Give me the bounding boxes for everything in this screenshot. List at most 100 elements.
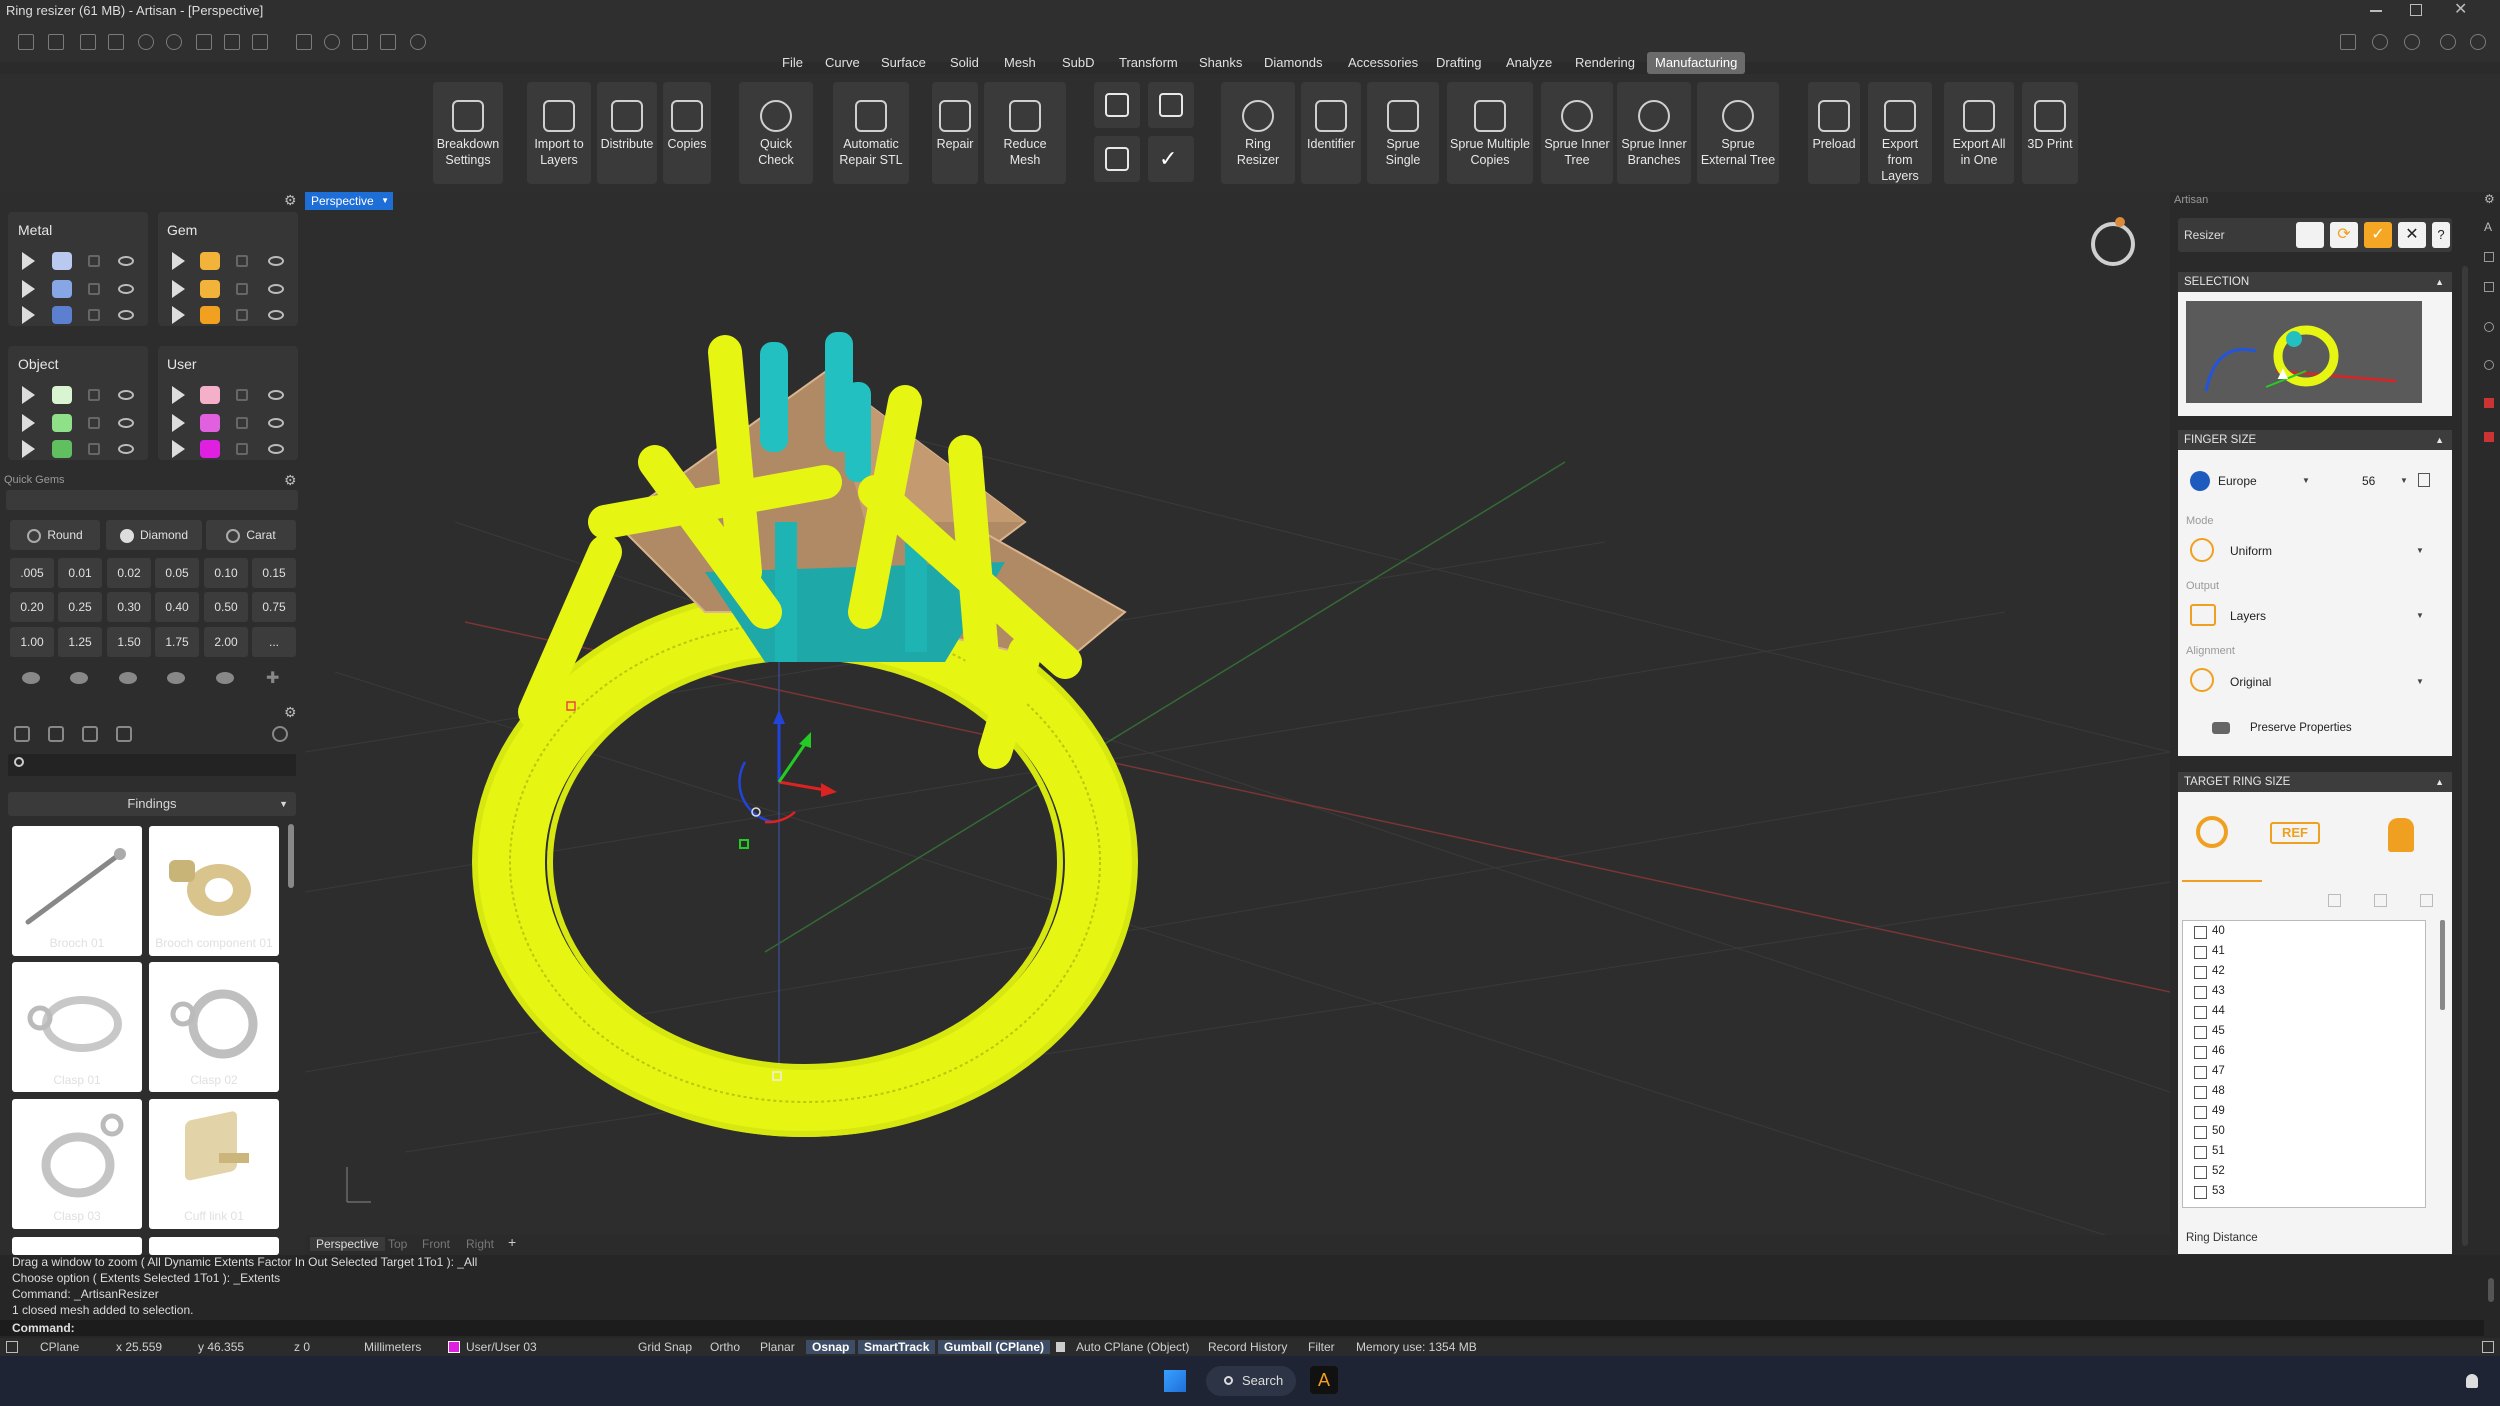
finger-size-section-header[interactable]: FINGER SIZE ▲ bbox=[2178, 430, 2452, 450]
play-icon[interactable] bbox=[22, 414, 35, 432]
current-layer[interactable]: User/User 03 bbox=[466, 1340, 537, 1354]
play-icon[interactable] bbox=[22, 252, 35, 270]
windows-start-icon[interactable] bbox=[1164, 1370, 1186, 1392]
size-checkbox[interactable] bbox=[2194, 986, 2207, 999]
artisan-icon[interactable]: A bbox=[2484, 220, 2492, 234]
save-all-icon[interactable] bbox=[252, 34, 268, 50]
cut-cushion-icon[interactable] bbox=[119, 672, 137, 684]
menu-diamonds[interactable]: Diamonds bbox=[1256, 52, 1331, 74]
refresh-icon[interactable] bbox=[272, 726, 288, 742]
pen-tab-icon[interactable] bbox=[2484, 398, 2494, 408]
carat-unit-button[interactable]: Carat bbox=[206, 520, 296, 550]
panel-gear-icon[interactable]: ⚙ bbox=[2484, 192, 2495, 206]
output-select[interactable]: Layers bbox=[2230, 609, 2266, 623]
sprue-inner-branches-button[interactable]: Sprue Inner Branches bbox=[1617, 82, 1691, 184]
gear-icon[interactable] bbox=[410, 34, 426, 50]
eye-icon[interactable] bbox=[118, 256, 134, 266]
panel-toggle-right-icon[interactable] bbox=[2482, 1341, 2494, 1353]
mesh-tool-2-button[interactable] bbox=[1148, 82, 1194, 128]
taskbar-search-button[interactable]: Search bbox=[1206, 1366, 1296, 1396]
lock-icon[interactable] bbox=[88, 309, 100, 321]
help-icon[interactable]: ? bbox=[2432, 222, 2450, 248]
play-icon[interactable] bbox=[172, 252, 185, 270]
close-icon[interactable]: ✕ bbox=[2398, 222, 2426, 248]
size-checkbox[interactable] bbox=[2194, 1186, 2207, 1199]
undo-icon[interactable] bbox=[138, 34, 154, 50]
ruler-tab-icon[interactable] bbox=[2484, 432, 2494, 442]
grid-snap-toggle[interactable]: Grid Snap bbox=[638, 1340, 692, 1354]
lock-icon[interactable] bbox=[236, 255, 248, 267]
carat-value[interactable]: 1.25 bbox=[58, 627, 102, 657]
cplane-label[interactable]: CPlane bbox=[40, 1340, 79, 1354]
play-icon[interactable] bbox=[172, 440, 185, 458]
play-icon[interactable] bbox=[22, 440, 35, 458]
menu-rendering[interactable]: Rendering bbox=[1567, 52, 1643, 74]
menu-manufacturing[interactable]: Manufacturing bbox=[1647, 52, 1746, 74]
finger-size-value[interactable]: 56 bbox=[2362, 474, 2375, 488]
mesh-tool-3-button[interactable] bbox=[1094, 136, 1140, 182]
menu-curve[interactable]: Curve bbox=[817, 52, 868, 74]
menu-file[interactable]: File bbox=[774, 52, 811, 74]
carat-value[interactable]: 0.50 bbox=[204, 592, 248, 622]
right-panel-scrollbar[interactable] bbox=[2462, 266, 2468, 1246]
command-scrollbar[interactable] bbox=[2488, 1278, 2494, 1302]
menu-mesh[interactable]: Mesh bbox=[996, 52, 1044, 74]
user-color-2[interactable] bbox=[200, 414, 220, 432]
size-checkbox[interactable] bbox=[2194, 1006, 2207, 1019]
carat-value[interactable]: 0.02 bbox=[107, 558, 151, 588]
ortho-toggle[interactable]: Ortho bbox=[710, 1340, 740, 1354]
target-ring-size-section-header[interactable]: TARGET RING SIZE ▲ bbox=[2178, 772, 2452, 792]
size-checkbox[interactable] bbox=[2194, 1106, 2207, 1119]
menu-surface[interactable]: Surface bbox=[873, 52, 934, 74]
auto-cplane-toggle[interactable]: Auto CPlane (Object) bbox=[1076, 1340, 1189, 1354]
library-settings-icon[interactable]: ⚙ bbox=[284, 704, 297, 721]
size-checkbox[interactable] bbox=[2194, 1026, 2207, 1039]
close-icon[interactable]: ✕ bbox=[2454, 2, 2467, 18]
properties-tab-icon[interactable] bbox=[2484, 282, 2494, 292]
export-all-in-one-button[interactable]: Export All in One bbox=[1944, 82, 2014, 184]
play-icon[interactable] bbox=[172, 306, 185, 324]
artisan-app-icon[interactable]: A bbox=[1310, 1366, 1338, 1394]
metal-color-3[interactable] bbox=[52, 306, 72, 324]
export-from-layers-button[interactable]: Export from Layers bbox=[1868, 82, 1932, 184]
cut-cross-icon[interactable]: ✚ bbox=[266, 668, 279, 688]
open-icon[interactable] bbox=[80, 34, 96, 50]
menu-drafting[interactable]: Drafting bbox=[1428, 52, 1490, 74]
select-all-icon[interactable] bbox=[2374, 894, 2387, 907]
help-icon[interactable] bbox=[2440, 34, 2456, 50]
import-to-layers-button[interactable]: Import to Layers bbox=[527, 82, 591, 184]
size-list-scrollbar[interactable] bbox=[2440, 920, 2445, 1010]
redo-icon[interactable] bbox=[166, 34, 182, 50]
menu-analyze[interactable]: Analyze bbox=[1498, 52, 1560, 74]
open-folder-icon[interactable] bbox=[108, 34, 124, 50]
carat-value[interactable]: 0.40 bbox=[155, 592, 199, 622]
lock-icon[interactable] bbox=[88, 417, 100, 429]
grid-icon[interactable] bbox=[116, 726, 132, 742]
lock-icon[interactable] bbox=[236, 443, 248, 455]
lock-icon[interactable] bbox=[236, 309, 248, 321]
carat-value[interactable]: 0.75 bbox=[252, 592, 296, 622]
play-icon[interactable] bbox=[22, 280, 35, 298]
carat-value[interactable]: ... bbox=[252, 627, 296, 657]
library-category-select[interactable]: Findings ▼ bbox=[8, 792, 296, 816]
eye-icon[interactable] bbox=[268, 284, 284, 294]
library-search-input[interactable] bbox=[8, 754, 296, 776]
eye-icon[interactable] bbox=[268, 444, 284, 454]
sprue-single-button[interactable]: Sprue Single bbox=[1367, 82, 1439, 184]
library-item-thumb[interactable] bbox=[149, 1237, 279, 1255]
tab-right[interactable]: Right bbox=[466, 1237, 494, 1251]
viewport[interactable] bbox=[305, 192, 2170, 1235]
preserve-toggle[interactable] bbox=[2212, 722, 2230, 734]
new-template-icon[interactable] bbox=[48, 34, 64, 50]
gumball-toggle[interactable]: Gumball (CPlane) bbox=[938, 1340, 1051, 1354]
menu-transform[interactable]: Transform bbox=[1111, 52, 1186, 74]
info-icon[interactable] bbox=[2372, 34, 2388, 50]
round-shape-button[interactable]: Round bbox=[10, 520, 100, 550]
carat-value[interactable]: 0.05 bbox=[155, 558, 199, 588]
filter-toggle[interactable]: Filter bbox=[1308, 1340, 1335, 1354]
menu-shanks[interactable]: Shanks bbox=[1191, 52, 1250, 74]
eye-icon[interactable] bbox=[118, 310, 134, 320]
cut-oval-icon[interactable] bbox=[70, 672, 88, 684]
size-checkbox[interactable] bbox=[2194, 1126, 2207, 1139]
gem-color-1[interactable] bbox=[200, 252, 220, 270]
